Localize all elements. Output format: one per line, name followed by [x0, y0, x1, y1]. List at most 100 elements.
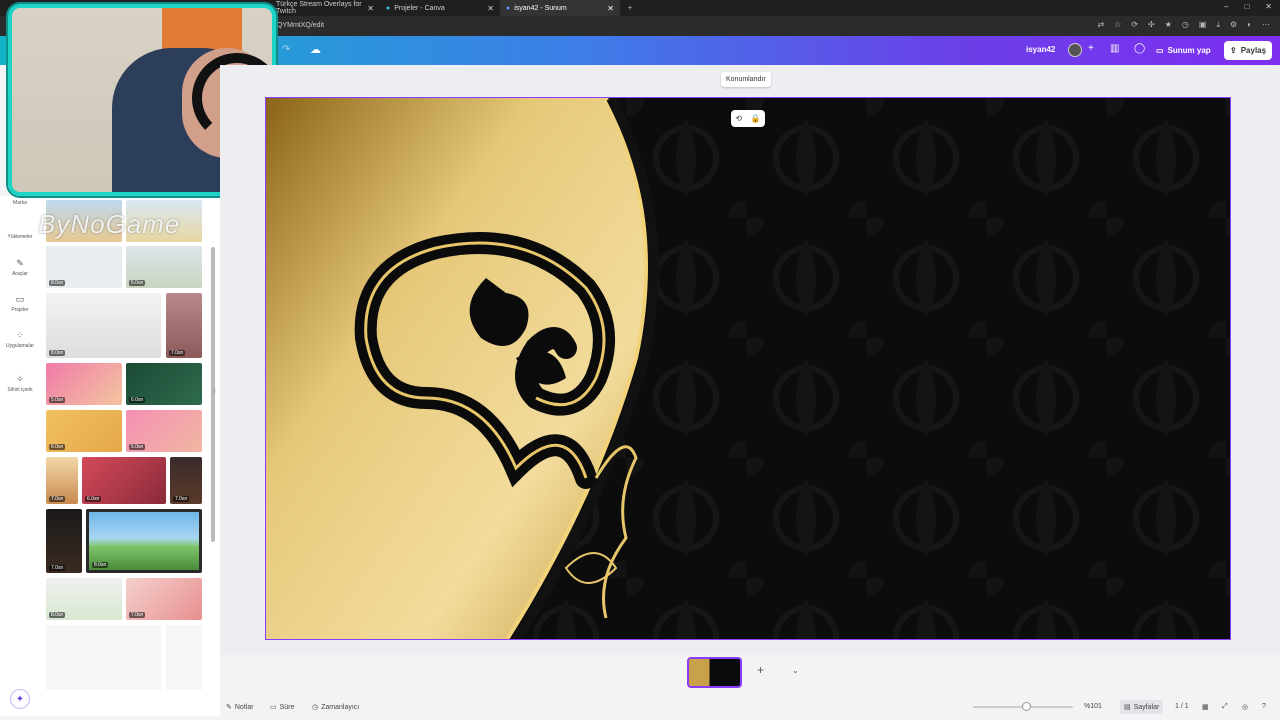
video-thumbnail[interactable]: 8.0sn: [86, 509, 202, 573]
rail-label: Uygulamalar: [5, 343, 35, 349]
video-thumbnail[interactable]: 6.0sn: [126, 246, 202, 288]
rail-item-magic[interactable]: ✧ Sihirli içerik: [0, 374, 40, 393]
maximize-icon[interactable]: □: [1244, 2, 1249, 11]
plus-icon: +: [628, 4, 633, 12]
browser-tab-active[interactable]: ● isyan42 - Sunum ✕: [500, 0, 620, 16]
apps-icon: ⁘: [16, 330, 24, 340]
video-thumbnail[interactable]: 7.0sn: [166, 293, 202, 358]
video-thumbnail-loading[interactable]: [46, 625, 161, 690]
avatar[interactable]: [1068, 43, 1082, 57]
duration-label: 6.0sn: [129, 280, 146, 286]
insights-icon[interactable]: ▥: [1110, 43, 1119, 54]
tab-title: Türkçe Stream Overlays for Twitch: [276, 1, 362, 15]
video-thumbnail[interactable]: 6.0sn: [46, 410, 122, 452]
add-page-button[interactable]: +: [757, 663, 764, 677]
magic-assistant-button[interactable]: ✦: [10, 689, 30, 709]
more-icon[interactable]: ⋯: [1262, 20, 1270, 30]
video-thumbnail[interactable]: 8.0sn: [46, 246, 122, 288]
window-controls: – □ ✕: [1224, 2, 1272, 11]
magic-icon: ✧: [16, 374, 24, 384]
help-icon[interactable]: ?: [1262, 703, 1266, 710]
duration-label: 5.0sn: [129, 444, 146, 450]
close-icon[interactable]: ✕: [367, 4, 374, 13]
rail-item-brand[interactable]: Marka: [0, 200, 40, 206]
duration-button[interactable]: ▭ Süre: [270, 703, 295, 712]
timer-icon: ◷: [312, 704, 319, 711]
refresh-icon[interactable]: ⟳: [1131, 20, 1138, 30]
sparkle-icon: ✦: [15, 693, 25, 705]
url-text[interactable]: QYMmtXQ/edit: [277, 22, 324, 29]
tab-title: isyan42 - Sunum: [514, 4, 567, 12]
close-icon[interactable]: ✕: [487, 4, 494, 13]
slide-canvas[interactable]: [265, 97, 1231, 640]
add-collaborator-button[interactable]: +: [1088, 43, 1094, 54]
user-name: isyan42: [1026, 45, 1056, 54]
redo-icon[interactable]: ↷: [282, 44, 290, 55]
browser-tab[interactable]: ● Projeler - Canva ✕: [380, 0, 500, 16]
present-label: Sunum yap: [1167, 45, 1211, 55]
duration-label: 7.0sn: [129, 612, 146, 618]
timer-button[interactable]: ◷ Zamanlayıcı: [312, 703, 359, 712]
duration-label: Süre: [279, 703, 295, 711]
rail-item-apps[interactable]: ⁘ Uygulamalar: [0, 330, 40, 349]
rail-item-tools[interactable]: ✎ Araçlar: [0, 258, 40, 277]
check-icon[interactable]: ◎: [1242, 703, 1248, 711]
duration-label: 7.0sn: [49, 496, 66, 502]
page-counter: 1 / 1: [1175, 703, 1189, 710]
tab-title: Projeler - Canva: [394, 4, 445, 12]
fullscreen-icon[interactable]: ⤢: [1222, 703, 1228, 711]
download-icon[interactable]: ⤓: [1216, 20, 1220, 30]
collapse-panel-icon[interactable]: ‹: [213, 385, 216, 395]
collections-icon[interactable]: ▣: [1199, 20, 1207, 30]
zoom-value[interactable]: %101: [1084, 703, 1102, 710]
video-thumbnail[interactable]: 6.0sn: [82, 457, 166, 504]
share-button[interactable]: ⇪ Paylaş: [1224, 41, 1273, 60]
minimize-icon[interactable]: –: [1224, 2, 1228, 11]
monitor-icon: ▭: [1156, 45, 1164, 55]
comment-icon[interactable]: ◯: [1134, 43, 1145, 54]
side-rail: Marka Yüklemeler ✎ Araçlar ▭ Projeler ⁘ …: [0, 196, 40, 716]
close-icon[interactable]: ✕: [607, 4, 614, 13]
video-thumbnail[interactable]: 7.0sn: [46, 457, 78, 504]
chevron-down-icon[interactable]: ⌄: [792, 666, 799, 675]
video-thumbnail[interactable]: 7.0sn: [170, 457, 202, 504]
zoom-slider-handle[interactable]: [1022, 702, 1031, 711]
present-button[interactable]: ▭ Sunum yap: [1156, 42, 1211, 58]
new-tab-button[interactable]: +: [622, 0, 638, 16]
history-icon[interactable]: ◷: [1182, 20, 1189, 30]
rotate-icon[interactable]: ⟲: [735, 114, 742, 123]
star-icon[interactable]: ☆: [1114, 20, 1121, 30]
favorites-icon[interactable]: ★: [1165, 20, 1172, 30]
video-thumbnail[interactable]: 5.0sn: [46, 363, 122, 405]
lock-icon[interactable]: 🔒: [751, 114, 761, 123]
video-thumbnail[interactable]: 6.0sn: [126, 363, 202, 405]
duration-label: 8.0sn: [92, 562, 109, 568]
tools-icon[interactable]: ⚙: [1230, 20, 1237, 30]
translate-icon[interactable]: ⇄: [1097, 20, 1104, 30]
rail-label: Yüklemeler: [7, 234, 33, 240]
rail-item-uploads[interactable]: Yüklemeler: [0, 234, 40, 240]
notes-icon: ✎: [226, 704, 232, 711]
close-window-icon[interactable]: ✕: [1265, 2, 1272, 11]
video-thumbnail[interactable]: 8.0sn: [46, 293, 161, 358]
video-thumbnail[interactable]: 7.0sn: [126, 578, 202, 620]
video-thumbnail[interactable]: 8.0sn: [46, 578, 122, 620]
browser-tab[interactable]: Türkçe Stream Overlays for Twitch ✕: [270, 0, 380, 16]
editor-footer: ✎ Notlar ▭ Süre ◷ Zamanlayıcı %101 ▤ Say…: [220, 697, 1280, 717]
video-thumbnail[interactable]: 7.0sn: [46, 509, 82, 573]
grid-view-icon[interactable]: ▦: [1202, 703, 1209, 711]
pages-button[interactable]: ▤ Sayfalar: [1120, 700, 1164, 714]
profile-icon[interactable]: ◐: [1247, 20, 1252, 30]
pages-label: Sayfalar: [1133, 703, 1160, 711]
folder-icon: ▭: [15, 294, 25, 304]
duration-icon: ▭: [270, 704, 277, 711]
notes-button[interactable]: ✎ Notlar: [226, 703, 254, 712]
page-thumbnail[interactable]: [687, 657, 742, 688]
duration-label: 8.0sn: [49, 350, 66, 356]
extension-icon[interactable]: ✣: [1148, 20, 1155, 30]
cloud-save-icon[interactable]: ☁: [310, 43, 321, 56]
video-thumbnail-loading[interactable]: [166, 625, 202, 690]
video-thumbnail[interactable]: 5.0sn: [126, 410, 202, 452]
rail-label: Sihirli içerik: [7, 387, 33, 393]
rail-item-projects[interactable]: ▭ Projeler: [0, 294, 40, 313]
